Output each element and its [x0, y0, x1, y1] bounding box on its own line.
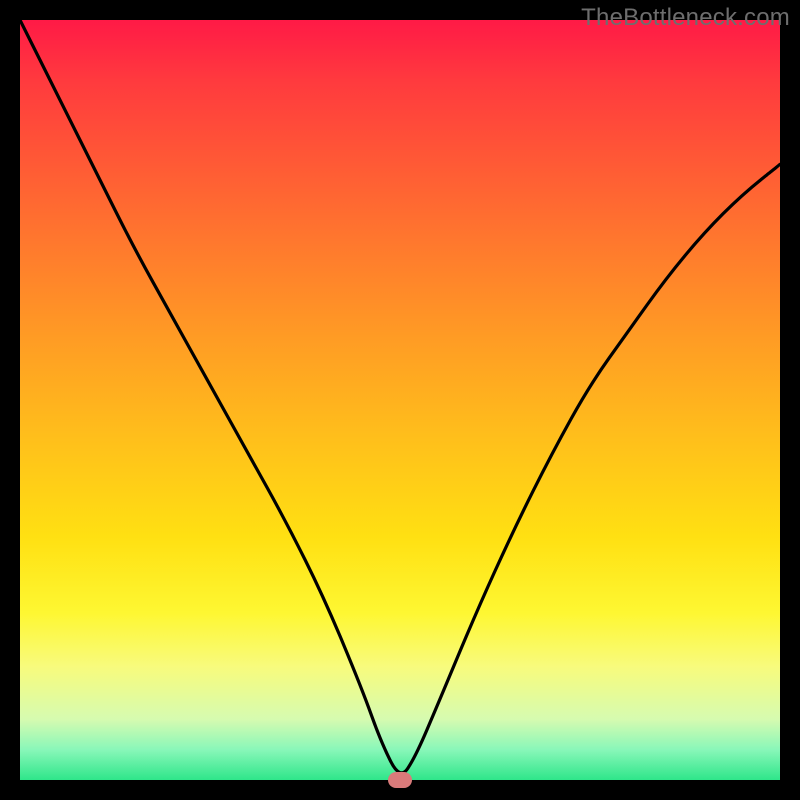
chart-container: TheBottleneck.com [0, 0, 800, 800]
optimal-marker [388, 772, 412, 788]
curve-layer [20, 20, 780, 780]
bottleneck-curve [20, 20, 780, 773]
plot-area [20, 20, 780, 780]
watermark-text: TheBottleneck.com [581, 4, 790, 32]
